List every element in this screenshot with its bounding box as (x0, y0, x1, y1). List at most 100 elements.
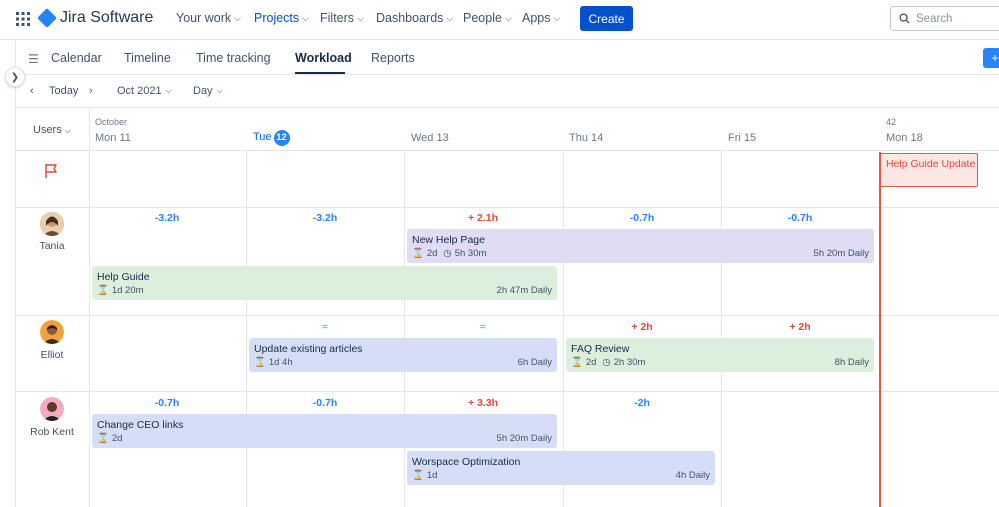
prev-period-button[interactable]: ‹ (30, 85, 34, 97)
nav-label: Filters (320, 11, 355, 25)
task-daily-rate: 6h Daily (517, 357, 552, 368)
nav-label: Apps (522, 11, 551, 25)
capacity-value: -0.7h (787, 212, 813, 224)
tab-reports[interactable]: Reports (371, 51, 415, 65)
hourglass-icon: ⌛ (412, 470, 424, 481)
chevron-down-icon: ⌵ (64, 126, 71, 135)
chevron-down-icon: ⌵ (302, 12, 309, 23)
task-duration: 1d (426, 470, 438, 481)
nav-your-work[interactable]: Your work ⌵ (176, 11, 241, 25)
flag-icon (45, 164, 57, 178)
users-label: Users (33, 124, 62, 136)
clock-icon: ◷ (602, 357, 611, 368)
tab-time-tracking[interactable]: Time tracking (196, 51, 271, 65)
capacity-value: -0.7h (629, 212, 655, 224)
day-label: Tue (253, 131, 272, 143)
task-title: FAQ Review (571, 343, 630, 355)
task-title: New Help Page (412, 234, 485, 246)
chevron-down-icon: ⌵ (165, 86, 172, 95)
nav-label: People (463, 11, 502, 25)
task-title: Update existing articles (254, 343, 363, 355)
capacity-value: -2h (634, 397, 650, 409)
day-header-mon-11: Mon 11 (95, 132, 131, 144)
task-meta: ⌛ 1d (412, 470, 437, 481)
nav-dashboards[interactable]: Dashboards ⌵ (376, 11, 453, 25)
milestone-help-guide-update[interactable]: Help Guide Update (880, 153, 978, 187)
tab-timeline[interactable]: Timeline (124, 51, 171, 65)
clock-icon: ◷ (443, 248, 452, 259)
task-title: Change CEO links (97, 419, 184, 431)
month-caption: October (95, 117, 128, 127)
task-daily-rate: 2h 47m Daily (496, 285, 552, 296)
task-duration: 1d 4h (268, 357, 293, 368)
jira-logo-icon (37, 8, 57, 28)
menu-icon[interactable]: ☰ (28, 52, 39, 66)
view-select[interactable]: Day ⌵ (193, 85, 223, 97)
task-title: Help Guide (97, 271, 150, 283)
task-meta: ⌛ 2d (97, 433, 122, 444)
task-logged: 5h 30m (454, 248, 487, 259)
user-name-tania: Tania (39, 240, 65, 252)
capacity-value: + 2h (631, 321, 653, 333)
nav-people[interactable]: People ⌵ (463, 11, 512, 25)
capacity-value: -0.7h (312, 397, 338, 409)
chevron-down-icon: ⌵ (504, 12, 512, 23)
task-duration: 2d (111, 433, 123, 444)
capacity-value: + 3.3h (467, 397, 499, 409)
project-tabs: ☰ Calendar Timeline Time tracking Worklo… (16, 41, 999, 75)
grid-divider (721, 151, 722, 507)
next-period-button[interactable]: › (89, 85, 93, 97)
hourglass-icon: ⌛ (571, 357, 583, 368)
task-daily-rate: 8h Daily (834, 357, 869, 368)
row-divider (16, 315, 999, 316)
add-button[interactable]: + (983, 48, 999, 68)
grid-header: Users ⌵ October Mon 11 Tue 12 Wed 13 Thu … (16, 109, 999, 151)
task-card[interactable]: Change CEO links ⌛ 2d 5h 20m Daily (92, 414, 557, 448)
nav-projects[interactable]: Projects ⌵ (254, 11, 309, 25)
today-button[interactable]: Today (49, 85, 78, 97)
task-card[interactable]: New Help Page ⌛ 2d ◷ 5h 30m 5h 20m Daily (407, 229, 874, 263)
row-divider (16, 391, 999, 392)
search-icon (899, 13, 910, 24)
task-card[interactable]: Help Guide ⌛ 1d 20m 2h 47m Daily (92, 266, 557, 300)
task-card[interactable]: FAQ Review ⌛ 2d ◷ 2h 30m 8h Daily (566, 338, 874, 372)
row-divider (16, 207, 999, 208)
active-tab-indicator (295, 72, 345, 74)
day-header-mon-18: Mon 18 (886, 132, 923, 144)
task-meta: ⌛ 1d 20m (97, 285, 144, 296)
users-select[interactable]: Users ⌵ (33, 124, 71, 136)
task-card[interactable]: Update existing articles ⌛ 1d 4h 6h Daily (249, 338, 557, 372)
task-meta: ⌛ 1d 4h (254, 357, 293, 368)
chevron-down-icon: ⌵ (553, 12, 561, 23)
jira-logo[interactable]: Jira Software (37, 8, 153, 28)
capacity-value: -3.2h (154, 212, 180, 224)
task-card[interactable]: Worspace Optimization ⌛ 1d 4h Daily (407, 451, 715, 485)
apps-grid-icon[interactable] (16, 12, 30, 26)
hourglass-icon: ⌛ (254, 357, 266, 368)
capacity-value: + 2h (789, 321, 811, 333)
task-title: Worspace Optimization (412, 456, 521, 468)
month-label: Oct 2021 (117, 85, 162, 97)
search-input[interactable]: Search (890, 6, 999, 31)
tab-workload[interactable]: Workload (295, 51, 352, 65)
chevron-down-icon: ⌵ (357, 12, 364, 23)
task-meta: ⌛ 2d ◷ 2h 30m (571, 357, 645, 368)
task-logged: 2h 30m (613, 357, 646, 368)
nav-filters[interactable]: Filters ⌵ (320, 11, 364, 25)
tab-calendar[interactable]: Calendar (51, 51, 102, 65)
task-daily-rate: 5h 20m Daily (813, 248, 869, 259)
grid-divider (404, 151, 405, 507)
day-header-wed-13: Wed 13 (411, 132, 449, 144)
top-navigation: Jira Software Your work ⌵ Projects ⌵ Filte… (0, 0, 999, 40)
hourglass-icon: ⌛ (97, 433, 109, 444)
create-button[interactable]: Create (580, 6, 633, 31)
capacity-value: -3.2h (312, 212, 338, 224)
capacity-value: + 2.1h (467, 212, 499, 224)
hourglass-icon: ⌛ (97, 285, 109, 296)
month-select[interactable]: Oct 2021 ⌵ (117, 85, 172, 97)
today-line (879, 152, 881, 507)
nav-apps[interactable]: Apps ⌵ (522, 11, 560, 25)
capacity-value: -0.7h (154, 397, 180, 409)
hourglass-icon: ⌛ (412, 248, 424, 259)
task-duration: 1d 20m (111, 285, 144, 296)
